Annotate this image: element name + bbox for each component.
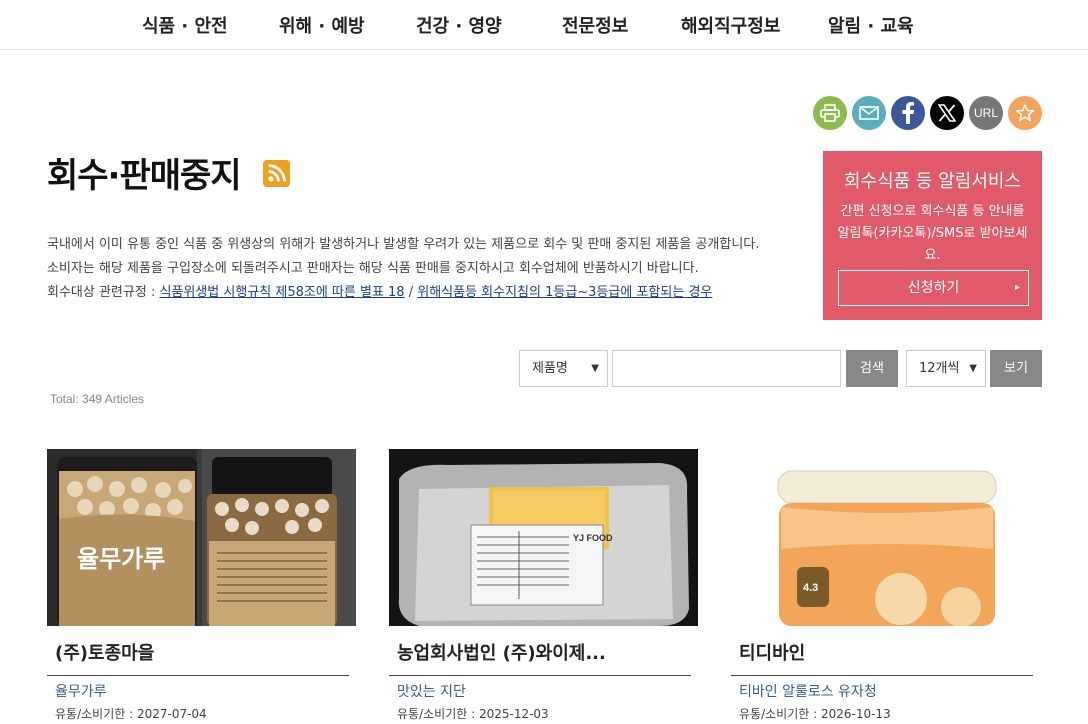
divider <box>47 675 349 676</box>
regulation-link-recall-guideline[interactable]: 위해식품등 회수지침의 1등급~3등급에 포함되는 경우 <box>417 285 712 300</box>
url-copy-icon[interactable]: URL <box>969 96 1003 130</box>
apply-button[interactable]: 신청하기 ▸ <box>838 270 1029 306</box>
divider <box>389 675 691 676</box>
recall-alert-service-box: 회수식품 등 알림서비스 간편 신청으로 회수식품 등 안내를 알림톡(카카오톡… <box>823 151 1042 320</box>
nav-food-safety[interactable]: 식품 · 안전 <box>142 12 228 38</box>
search-button[interactable]: 검색 <box>846 350 898 387</box>
alert-service-description: 간편 신청으로 회수식품 등 안내를 알림톡(카카오톡)/SMS로 받아보세요. <box>837 204 1028 263</box>
product-image[interactable]: YJ FOOD <box>389 449 698 626</box>
company-name[interactable]: 티디바인 <box>739 639 805 665</box>
url-label: URL <box>973 106 998 120</box>
alert-service-title: 회수식품 등 알림서비스 <box>843 171 1022 192</box>
regulation-separator: / <box>404 285 418 300</box>
chevron-right-icon: ▸ <box>1014 282 1020 293</box>
jar-label-text: 율무가루 <box>77 545 165 573</box>
chevron-down-icon: ▼ <box>591 363 599 374</box>
description-line-1: 국내에서 이미 유통 중인 식품 중 위생상의 위해가 발생하거나 발생할 우려… <box>47 237 760 252</box>
search-field-value: 제품명 <box>532 361 568 376</box>
nav-health-nutrition[interactable]: 건강 · 영양 <box>416 12 502 38</box>
search-input[interactable] <box>612 350 841 387</box>
description-line-2: 소비자는 해당 제품을 구입장소에 되돌려주시고 판매자는 해당 식품 판매를 … <box>47 261 699 276</box>
product-image[interactable]: 4.3 <box>731 449 1040 626</box>
product-image[interactable]: 율무가루 <box>47 449 356 626</box>
top-navigation: 식품 · 안전 위해 · 예방 건강 · 영양 전문정보 해외직구정보 알림 ·… <box>0 0 1088 50</box>
favorite-star-icon[interactable] <box>1008 96 1042 130</box>
product-name[interactable]: 티바인 알룰로스 유자청 <box>739 681 877 701</box>
company-name[interactable]: (주)토종마을 <box>55 639 154 665</box>
jar-label-text: 4.3 <box>803 582 818 594</box>
nav-expert-info[interactable]: 전문정보 <box>562 12 628 38</box>
search-field-select[interactable]: 제품명 ▼ <box>519 350 608 387</box>
package-label-text: YJ FOOD <box>573 533 613 543</box>
page-size-value: 12개씩 <box>919 361 960 376</box>
expiry-date: 유통/소비기한 : 2025-12-03 <box>397 707 549 721</box>
facebook-icon[interactable] <box>891 96 925 130</box>
nav-overseas-purchase[interactable]: 해외직구정보 <box>681 12 780 38</box>
x-twitter-icon[interactable] <box>930 96 964 130</box>
rss-icon[interactable] <box>263 160 290 187</box>
product-name[interactable]: 맛있는 지단 <box>397 681 466 701</box>
print-icon[interactable] <box>813 96 847 130</box>
chevron-down-icon: ▼ <box>969 363 977 374</box>
expiry-date: 유통/소비기한 : 2026-10-13 <box>739 707 891 721</box>
nav-notice-education[interactable]: 알림 · 교육 <box>828 12 914 38</box>
mail-icon[interactable] <box>852 96 886 130</box>
total-count: Total: 349 Articles <box>50 392 145 406</box>
page-size-select[interactable]: 12개씩 ▼ <box>906 350 986 387</box>
regulation-link-table-18[interactable]: 식품위생법 시행규칙 제58조에 따른 별표 18 <box>159 285 404 300</box>
divider <box>731 675 1033 676</box>
company-name[interactable]: 농업회사법인 (주)와이제... <box>397 639 606 665</box>
product-name[interactable]: 율무가루 <box>55 681 107 701</box>
expiry-date: 유통/소비기한 : 2027-07-04 <box>55 707 207 721</box>
view-button[interactable]: 보기 <box>990 350 1042 387</box>
apply-button-label: 신청하기 <box>907 280 960 296</box>
nav-hazard-prevention[interactable]: 위해 · 예방 <box>279 12 365 38</box>
regulation-line: 회수대상 관련규정 : 식품위생법 시행규칙 제58조에 따른 별표 18 / … <box>47 281 712 300</box>
page-title: 회수·판매중지 <box>47 156 242 196</box>
regulation-prefix: 회수대상 관련규정 : <box>47 285 160 300</box>
